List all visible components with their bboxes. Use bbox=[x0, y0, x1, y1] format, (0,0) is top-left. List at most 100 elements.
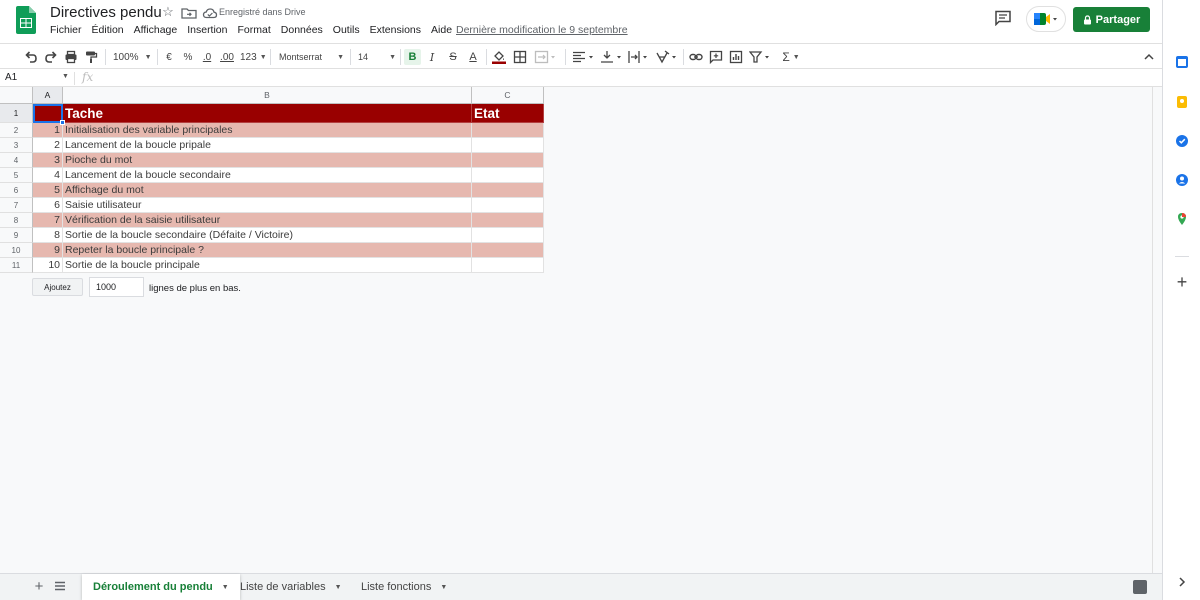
add-sheet-icon[interactable]: + bbox=[32, 578, 46, 595]
cell-b1[interactable]: Tache bbox=[63, 104, 472, 123]
menu-data[interactable]: Données bbox=[276, 24, 328, 36]
more-formats-select[interactable]: 123 ▼ bbox=[240, 49, 267, 65]
horizontal-align-icon[interactable] bbox=[572, 49, 596, 65]
filter-icon[interactable] bbox=[749, 49, 773, 65]
select-all-corner[interactable] bbox=[0, 87, 33, 104]
vertical-scrollbar[interactable] bbox=[1152, 87, 1162, 573]
table-cell[interactable]: Vérification de la saisie utilisateur bbox=[63, 213, 472, 228]
row-header[interactable]: 2 bbox=[0, 123, 33, 138]
table-cell[interactable]: 9 bbox=[33, 243, 63, 258]
table-cell[interactable]: Repeter la boucle principale ? bbox=[63, 243, 472, 258]
add-rows-count-input[interactable]: 1000 bbox=[89, 277, 144, 297]
meet-button[interactable] bbox=[1026, 6, 1066, 32]
table-cell[interactable]: Lancement de la boucle secondaire bbox=[63, 168, 472, 183]
insert-comment-icon[interactable] bbox=[709, 49, 723, 65]
row-header[interactable]: 10 bbox=[0, 243, 33, 258]
strikethrough-button[interactable]: S bbox=[446, 49, 460, 65]
table-cell[interactable]: Affichage du mot bbox=[63, 183, 472, 198]
menu-edit[interactable]: Édition bbox=[87, 24, 129, 36]
table-cell[interactable]: Sortie de la boucle secondaire (Défaite … bbox=[63, 228, 472, 243]
sheet-tab-active[interactable]: Déroulement du pendu ▼ bbox=[82, 574, 240, 600]
fill-color-icon[interactable] bbox=[492, 49, 506, 65]
star-icon[interactable]: ☆ bbox=[160, 4, 176, 20]
last-modified-link[interactable]: Dernière modification le 9 septembre bbox=[456, 24, 628, 36]
table-cell[interactable] bbox=[472, 153, 544, 168]
table-cell[interactable]: 8 bbox=[33, 228, 63, 243]
column-header-c[interactable]: C bbox=[472, 87, 544, 104]
zoom-select[interactable]: 100% ▼ bbox=[113, 49, 153, 65]
table-cell[interactable] bbox=[472, 168, 544, 183]
functions-button[interactable]: Σ ▼ bbox=[780, 49, 802, 65]
name-box[interactable]: A1 bbox=[5, 72, 17, 83]
row-header[interactable]: 4 bbox=[0, 153, 33, 168]
menu-file[interactable]: Fichier bbox=[50, 24, 87, 36]
row-header[interactable]: 5 bbox=[0, 168, 33, 183]
table-cell[interactable]: 10 bbox=[33, 258, 63, 273]
table-cell[interactable] bbox=[472, 228, 544, 243]
sheet-tab[interactable]: Liste de variables ▼ bbox=[229, 574, 353, 600]
move-folder-icon[interactable] bbox=[181, 5, 197, 21]
menu-extensions[interactable]: Extensions bbox=[365, 24, 426, 36]
row-header[interactable]: 9 bbox=[0, 228, 33, 243]
text-wrap-icon[interactable] bbox=[627, 49, 651, 65]
currency-format-button[interactable]: € bbox=[163, 49, 175, 65]
sheet-tab[interactable]: Liste fonctions ▼ bbox=[350, 574, 458, 600]
table-cell[interactable] bbox=[472, 243, 544, 258]
collapse-menus-icon[interactable] bbox=[1143, 49, 1155, 65]
row-header[interactable]: 8 bbox=[0, 213, 33, 228]
contacts-icon[interactable] bbox=[1175, 173, 1189, 187]
all-sheets-icon[interactable] bbox=[54, 580, 66, 592]
calendar-icon[interactable] bbox=[1175, 55, 1189, 69]
table-cell[interactable]: Initialisation des variable principales bbox=[63, 123, 472, 138]
table-cell[interactable]: Sortie de la boucle principale bbox=[63, 258, 472, 273]
increase-decimal-button[interactable]: .00 bbox=[219, 49, 235, 65]
get-addons-icon[interactable]: + bbox=[1175, 272, 1189, 292]
print-icon[interactable] bbox=[64, 49, 78, 65]
font-size-select[interactable]: 14 ▼ bbox=[358, 49, 396, 65]
undo-icon[interactable] bbox=[24, 49, 38, 65]
table-cell[interactable]: 3 bbox=[33, 153, 63, 168]
row-header[interactable]: 1 bbox=[0, 104, 33, 123]
row-header[interactable]: 3 bbox=[0, 138, 33, 153]
share-button[interactable]: Partager bbox=[1073, 7, 1150, 32]
explore-icon[interactable] bbox=[1133, 580, 1147, 594]
decrease-decimal-button[interactable]: .0 bbox=[199, 49, 215, 65]
text-rotation-icon[interactable] bbox=[655, 49, 679, 65]
text-color-button[interactable]: A bbox=[466, 49, 480, 65]
table-cell[interactable] bbox=[472, 138, 544, 153]
table-cell[interactable]: 4 bbox=[33, 168, 63, 183]
sheets-logo-icon[interactable] bbox=[16, 6, 36, 34]
paint-format-icon[interactable] bbox=[84, 49, 98, 65]
redo-icon[interactable] bbox=[44, 49, 58, 65]
chevron-right-icon[interactable] bbox=[1175, 575, 1189, 589]
table-cell[interactable]: 5 bbox=[33, 183, 63, 198]
fill-handle[interactable] bbox=[60, 120, 65, 125]
menu-tools[interactable]: Outils bbox=[328, 24, 365, 36]
table-cell[interactable]: 7 bbox=[33, 213, 63, 228]
vertical-align-icon[interactable] bbox=[600, 49, 624, 65]
menu-insert[interactable]: Insertion bbox=[182, 24, 232, 36]
maps-icon[interactable] bbox=[1175, 212, 1189, 226]
table-cell[interactable]: 6 bbox=[33, 198, 63, 213]
document-title[interactable]: Directives pendu bbox=[50, 4, 162, 21]
table-cell[interactable]: Lancement de la boucle pripale bbox=[63, 138, 472, 153]
table-cell[interactable]: Saisie utilisateur bbox=[63, 198, 472, 213]
keep-icon[interactable] bbox=[1175, 95, 1189, 109]
table-cell[interactable]: 1 bbox=[33, 123, 63, 138]
menu-help[interactable]: Aide bbox=[426, 24, 457, 36]
table-cell[interactable] bbox=[472, 183, 544, 198]
chevron-down-icon[interactable]: ▼ bbox=[62, 73, 69, 80]
borders-icon[interactable] bbox=[513, 49, 527, 65]
column-header-b[interactable]: B bbox=[63, 87, 472, 104]
table-cell[interactable] bbox=[472, 258, 544, 273]
insert-chart-icon[interactable] bbox=[729, 49, 743, 65]
row-header[interactable]: 11 bbox=[0, 258, 33, 273]
table-cell[interactable] bbox=[472, 213, 544, 228]
cell-c1[interactable]: Etat bbox=[472, 104, 544, 123]
table-cell[interactable]: 2 bbox=[33, 138, 63, 153]
add-rows-button[interactable]: Ajoutez bbox=[32, 278, 83, 296]
percent-format-button[interactable]: % bbox=[182, 49, 194, 65]
menu-view[interactable]: Affichage bbox=[129, 24, 183, 36]
merge-cells-icon[interactable] bbox=[534, 49, 558, 65]
table-cell[interactable]: Pioche du mot bbox=[63, 153, 472, 168]
